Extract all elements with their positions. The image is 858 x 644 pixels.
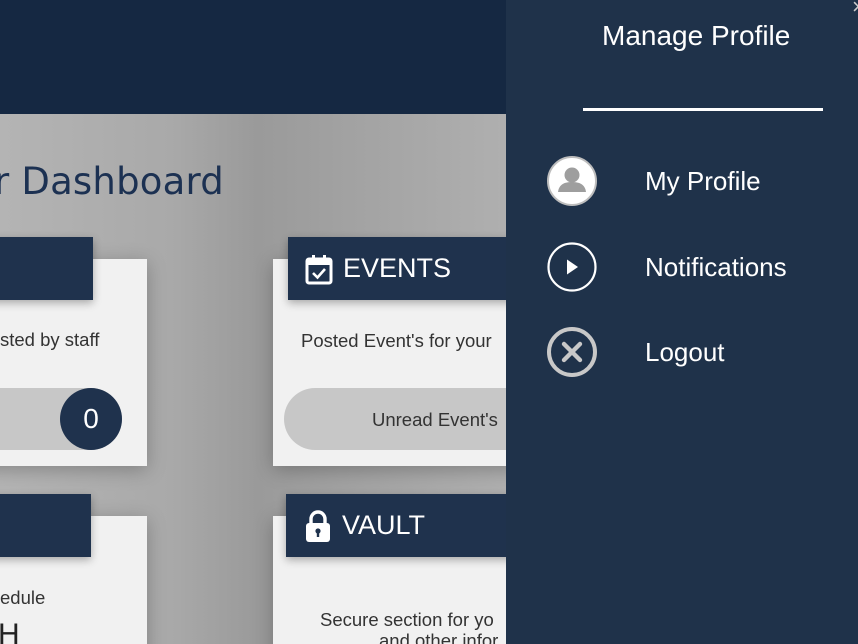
announcements-card-text: sted by staff	[0, 329, 100, 350]
panel-title: Manage Profile	[602, 20, 791, 51]
vault-card-title: VAULT	[342, 510, 426, 540]
events-card-text: Posted Event's for your	[301, 330, 492, 351]
menu-item-label: My Profile	[645, 165, 761, 196]
announcements-card-header	[0, 237, 93, 300]
page-title: r Dashboard	[0, 160, 224, 203]
menu-item-logout[interactable]: Logout	[546, 322, 846, 382]
menu-item-label: Notifications	[645, 251, 787, 282]
schedule-card-value: H	[0, 618, 20, 644]
manage-profile-panel: × Manage Profile My Profile Notification…	[506, 0, 858, 644]
close-circle-icon	[546, 326, 598, 378]
menu-item-label: Logout	[645, 336, 725, 367]
events-card-title: EVENTS	[343, 253, 452, 283]
play-circle-icon	[546, 241, 598, 293]
menu-item-my-profile[interactable]: My Profile	[546, 151, 846, 211]
schedule-card-text: edule	[0, 587, 46, 608]
vault-card-text-line1: Secure section for yo	[320, 609, 494, 630]
close-icon[interactable]: ×	[852, 0, 858, 20]
menu-item-notifications[interactable]: Notifications	[546, 237, 846, 297]
vault-card-text-line2: and other infor	[379, 630, 499, 644]
vault-card-header[interactable]: VAULT	[286, 494, 526, 557]
events-card-header[interactable]: EVENTS	[288, 237, 528, 300]
events-unread-label: Unread Event's	[372, 409, 498, 430]
panel-divider	[583, 108, 823, 111]
user-avatar-icon	[546, 155, 598, 207]
schedule-card-header	[0, 494, 91, 557]
calendar-check-icon	[305, 253, 333, 285]
announcements-unread-count: 0	[60, 388, 122, 450]
lock-icon	[304, 509, 332, 542]
